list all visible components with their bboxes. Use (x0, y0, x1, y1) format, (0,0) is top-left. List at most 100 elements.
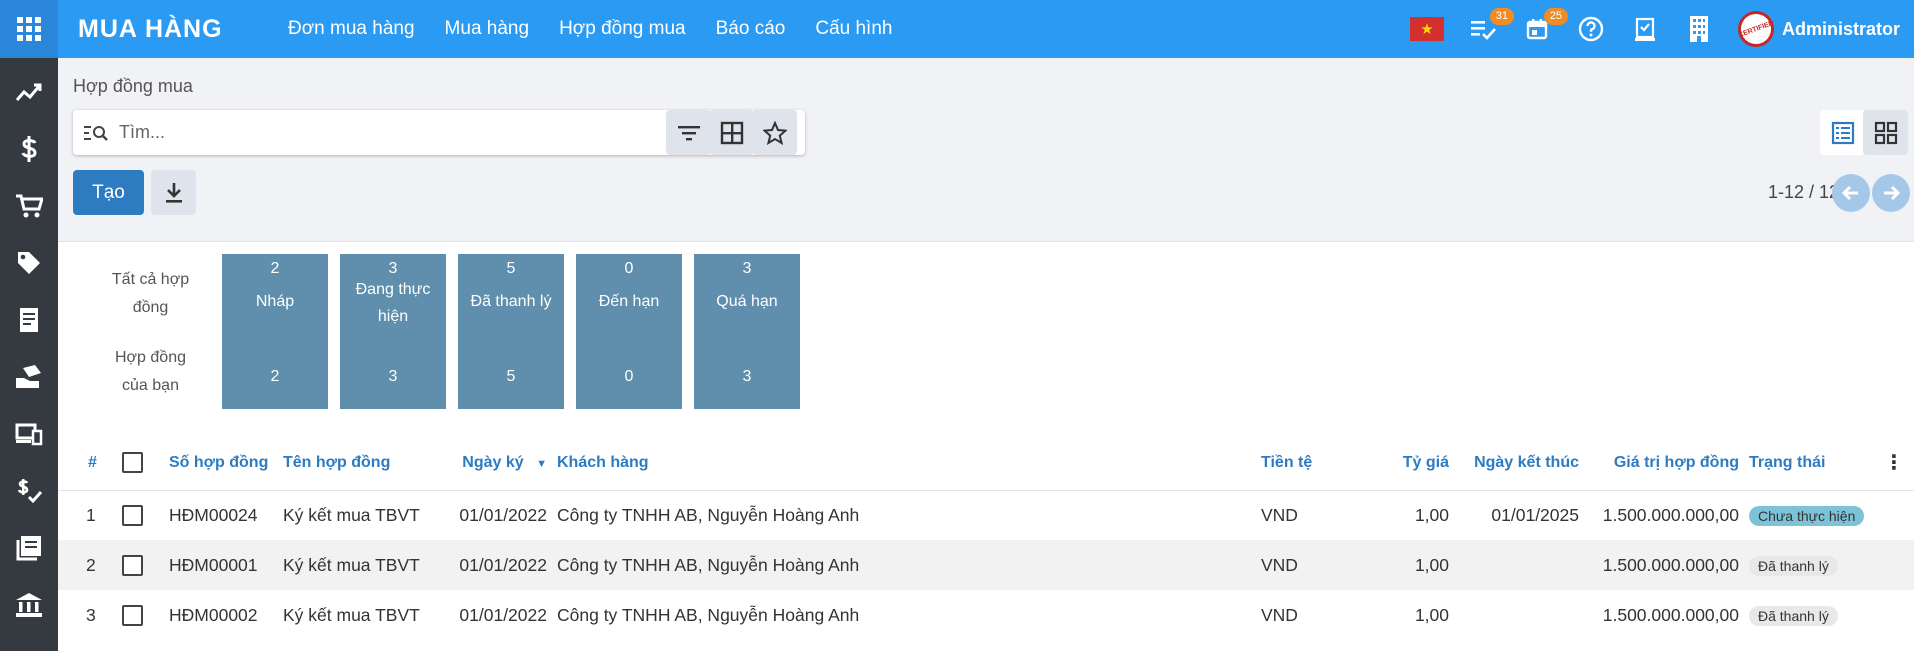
sidebar-item-purchase[interactable] (0, 186, 58, 225)
customer: Công ty TNHH AB, Nguyễn Hoàng Anh (557, 504, 860, 525)
main-menu: Đơn mua hàng Mua hàng Hợp đồng mua Báo c… (288, 18, 892, 40)
user-menu[interactable]: CERTIFIED Administrator (1732, 5, 1900, 53)
sidebar-item-bank[interactable] (0, 585, 58, 624)
customer: Công ty TNHH AB, Nguyễn Hoàng Anh (557, 540, 1261, 590)
select-all-checkbox[interactable] (122, 452, 143, 474)
column-header-currency[interactable]: Tiền tệ (1261, 436, 1361, 491)
column-header-index: # (58, 436, 122, 491)
column-header-rate[interactable]: Tỷ giá (1361, 436, 1449, 491)
menu-item-purchasing[interactable]: Mua hàng (445, 18, 530, 40)
apps-grid-icon (17, 17, 41, 41)
summary-tile-due[interactable]: 0 Đến hạn 0 (576, 254, 682, 409)
breadcrumb: Hợp đồng mua (73, 76, 193, 96)
group-by-button[interactable] (709, 110, 754, 155)
tile-count: 2 (270, 260, 280, 277)
column-header-contract-number[interactable]: Số hợp đồng (169, 436, 279, 491)
create-button[interactable]: Tạo (73, 170, 144, 215)
next-page-button[interactable] (1872, 174, 1910, 212)
sidebar-item-dashboard[interactable] (0, 72, 58, 111)
column-header-sign-date[interactable]: Ngày ký ▼ (441, 436, 557, 491)
end-date (1449, 590, 1579, 640)
search-input[interactable] (119, 122, 719, 143)
kebab-menu-icon: ⋮ (1884, 452, 1904, 475)
menu-item-configuration[interactable]: Cấu hình (815, 18, 892, 40)
money-check-icon (17, 478, 42, 503)
row-checkbox[interactable] (122, 554, 143, 576)
sidebar-item-payments[interactable] (0, 471, 58, 510)
table-row[interactable]: 2 HĐM00001 Ký kết mua TBVT 01/01/2022 Cô… (58, 540, 1914, 590)
help-icon (1578, 16, 1604, 42)
flag-star: ★ (1420, 21, 1434, 38)
help-button[interactable] (1576, 14, 1606, 44)
contract-name: Ký kết mua TBVT (279, 540, 441, 590)
table-row[interactable]: 1 HĐM00024 Ký kết mua TBVT 01/01/2022 Cô… (58, 490, 1914, 540)
favorites-button[interactable] (752, 110, 797, 155)
tasks-badge: 31 (1489, 8, 1514, 25)
top-bar: MUA HÀNG Đơn mua hàng Mua hàng Hợp đồng … (0, 0, 1914, 58)
column-header-customer[interactable]: Khách hàng (557, 436, 1261, 491)
user-name: Administrator (1781, 18, 1900, 39)
status-cell: Đã thanh lý (1739, 540, 1874, 590)
hand-holding-icon (16, 364, 41, 388)
sidebar-item-invoices[interactable] (0, 300, 58, 339)
column-header-contract-name[interactable]: Tên hợp đồng (279, 436, 441, 491)
row-checkbox[interactable] (122, 604, 143, 626)
filter-icon (677, 125, 700, 140)
contracts-table: # Số hợp đồng Tên hợp đồng Ngày ký ▼ Khá… (58, 436, 1914, 640)
tile-count: 0 (624, 260, 634, 277)
column-header-end-date[interactable]: Ngày kết thúc (1449, 436, 1579, 491)
row-select-cell (122, 490, 169, 540)
list-view-icon (1831, 121, 1854, 144)
sidebar-item-finance[interactable] (0, 129, 58, 168)
previous-page-button[interactable] (1832, 174, 1870, 212)
menu-item-reports[interactable]: Báo cáo (716, 18, 786, 40)
chart-icon (15, 83, 42, 101)
contract-value: 1.500.000.000,00 (1602, 604, 1739, 625)
column-header-contract-value[interactable]: Giá trị hợp đồng (1579, 436, 1739, 491)
row-checkbox[interactable] (122, 505, 143, 527)
tile-mine-count: 3 (742, 368, 752, 385)
tile-label: Nháp (255, 293, 295, 310)
avatar: CERTIFIED (1732, 5, 1780, 53)
language-flag-icon[interactable]: ★ (1409, 17, 1444, 41)
exchange-rate: 1,00 (1414, 604, 1449, 625)
app-brand: MUA HÀNG (78, 14, 223, 43)
download-button[interactable] (151, 170, 196, 215)
kanban-view-button[interactable] (1863, 110, 1908, 155)
column-header-status[interactable]: Trạng thái (1739, 436, 1874, 491)
column-options-button[interactable]: ⋮ (1874, 436, 1914, 491)
menu-item-purchase-orders[interactable]: Đơn mua hàng (288, 18, 415, 40)
menu-item-purchase-contracts[interactable]: Hợp đồng mua (559, 18, 686, 40)
calendar-badge: 25 (1543, 8, 1568, 25)
table-row[interactable]: 3 HĐM00002 Ký kết mua TBVT 01/01/2022 Cô… (58, 590, 1914, 640)
tasks-button[interactable]: 31 (1468, 8, 1514, 44)
row-spacer (1874, 490, 1914, 540)
contract-value: 1.500.000.000,00 (1579, 540, 1739, 590)
row-spacer (1874, 540, 1914, 590)
summary-tile-overdue[interactable]: 3 Quá hạn 3 (694, 254, 800, 409)
sidebar-item-products[interactable] (0, 243, 58, 282)
summary-tile-draft[interactable]: 2 Nháp 2 (222, 254, 328, 409)
apps-menu-button[interactable] (0, 0, 58, 58)
column-header-sign-date-label: Ngày ký (462, 453, 524, 471)
tile-count: 3 (742, 260, 752, 277)
tile-mine-count: 3 (388, 368, 398, 385)
list-view-button[interactable] (1820, 110, 1865, 155)
currency: VND (1261, 540, 1361, 590)
sign-date: 01/01/2022 (459, 504, 547, 525)
sidebar-item-ledger[interactable] (0, 528, 58, 567)
end-date (1449, 540, 1579, 590)
approval-button[interactable] (1630, 14, 1660, 44)
summary-tile-liquidated[interactable]: 5 Đã thanh lý 5 (458, 254, 564, 409)
contract-name: Ký kết mua TBVT (283, 504, 420, 525)
tag-icon (18, 251, 40, 274)
summary-tile-in-progress[interactable]: 3 Đang thực hiện 3 (340, 254, 446, 409)
calendar-button[interactable]: 25 (1522, 8, 1568, 44)
sign-date: 01/01/2022 (459, 604, 547, 625)
sidebar-item-contracts[interactable] (0, 357, 58, 396)
status-cell: Đã thanh lý (1739, 590, 1874, 640)
sidebar-item-assets[interactable] (0, 414, 58, 453)
filter-button[interactable] (666, 110, 711, 155)
company-button[interactable] (1684, 14, 1714, 44)
summary-label-mine: Hợp đồng của bạn (115, 349, 186, 394)
